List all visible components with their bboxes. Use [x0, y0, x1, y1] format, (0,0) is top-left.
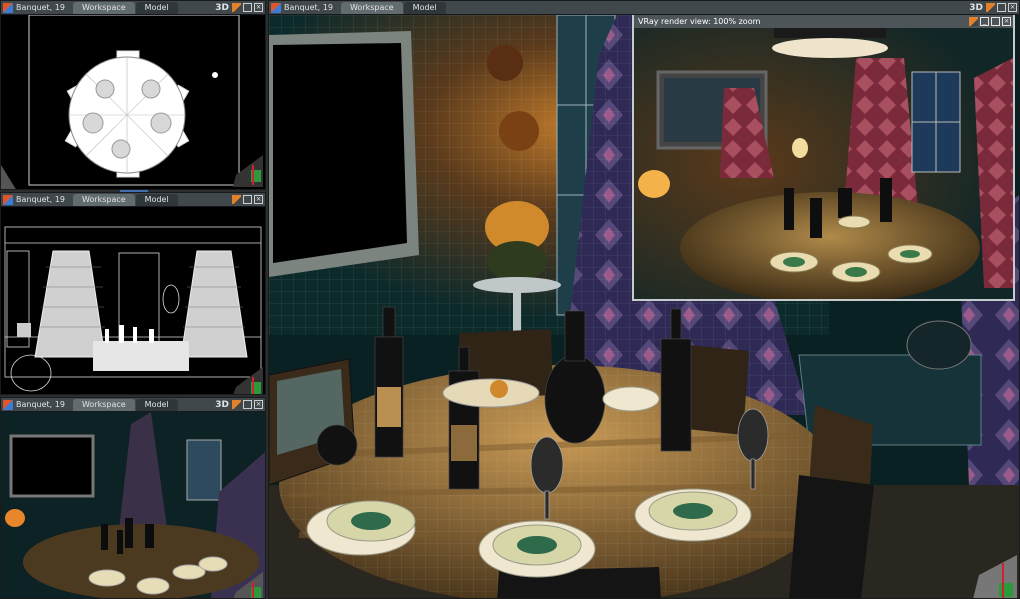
maximize-icon[interactable] [243, 195, 252, 204]
scene-name: Banquet, 19 [16, 195, 65, 204]
view-mode-label[interactable]: 3D [969, 3, 983, 13]
close-icon[interactable]: × [254, 195, 263, 204]
front-view-canvas[interactable] [1, 207, 265, 394]
render-close-icon[interactable]: × [1002, 17, 1011, 26]
tab-model[interactable]: Model [403, 1, 446, 14]
render-maximize-icon[interactable] [991, 17, 1000, 26]
tab-workspace[interactable]: Workspace [72, 193, 135, 206]
close-icon[interactable]: × [254, 3, 263, 12]
tab-workspace[interactable]: Workspace [340, 1, 403, 14]
switch-view-icon[interactable] [232, 3, 241, 12]
vray-render-window[interactable]: VRay render view: 100% zoom _ × [632, 13, 1015, 301]
render-window-titlebar[interactable]: VRay render view: 100% zoom _ × [634, 15, 1013, 28]
maximize-icon[interactable] [243, 3, 252, 12]
small-perspective-canvas[interactable] [1, 412, 265, 598]
view-mode-label[interactable]: 3D [215, 400, 229, 410]
close-icon[interactable]: × [254, 400, 263, 409]
scene-name: Banquet, 19 [284, 3, 333, 12]
scene-name: Banquet, 19 [16, 400, 65, 409]
tab-workspace[interactable]: Workspace [72, 398, 135, 411]
switch-view-icon[interactable] [232, 400, 241, 409]
render-image [634, 28, 1013, 299]
main-perspective-titlebar: Banquet, 19 Workspace Model 3D × [269, 1, 1019, 15]
small-perspective-titlebar: Banquet, 19 Workspace Model 3D × [1, 398, 265, 412]
top-view-canvas[interactable] [1, 15, 265, 189]
small-perspective-viewport[interactable]: Banquet, 19 Workspace Model 3D × [0, 397, 266, 599]
front-viewport[interactable]: Banquet, 19 Workspace Model × [0, 192, 266, 395]
render-toolbar-icon[interactable] [969, 17, 978, 26]
app-logo-icon [3, 399, 13, 410]
app-logo-icon [271, 2, 281, 13]
scene-name: Banquet, 19 [16, 3, 65, 12]
render-minimize-icon[interactable]: _ [980, 17, 989, 26]
switch-view-icon[interactable] [232, 195, 241, 204]
app-logo-icon [3, 2, 13, 13]
switch-view-icon[interactable] [986, 3, 995, 12]
tab-model[interactable]: Model [135, 1, 178, 14]
maximize-icon[interactable] [243, 400, 252, 409]
tab-model[interactable]: Model [135, 398, 178, 411]
view-mode-label[interactable]: 3D [215, 3, 229, 13]
maximize-icon[interactable] [997, 3, 1006, 12]
render-window-title: VRay render view: 100% zoom [638, 17, 761, 26]
close-icon[interactable]: × [1008, 3, 1017, 12]
top-viewport[interactable]: Banquet, 19 Workspace Model 3D × [0, 0, 266, 190]
app-logo-icon [3, 194, 13, 205]
front-viewport-titlebar: Banquet, 19 Workspace Model × [1, 193, 265, 207]
top-viewport-titlebar: Banquet, 19 Workspace Model 3D × [1, 1, 265, 15]
tab-workspace[interactable]: Workspace [72, 1, 135, 14]
tab-model[interactable]: Model [135, 193, 178, 206]
